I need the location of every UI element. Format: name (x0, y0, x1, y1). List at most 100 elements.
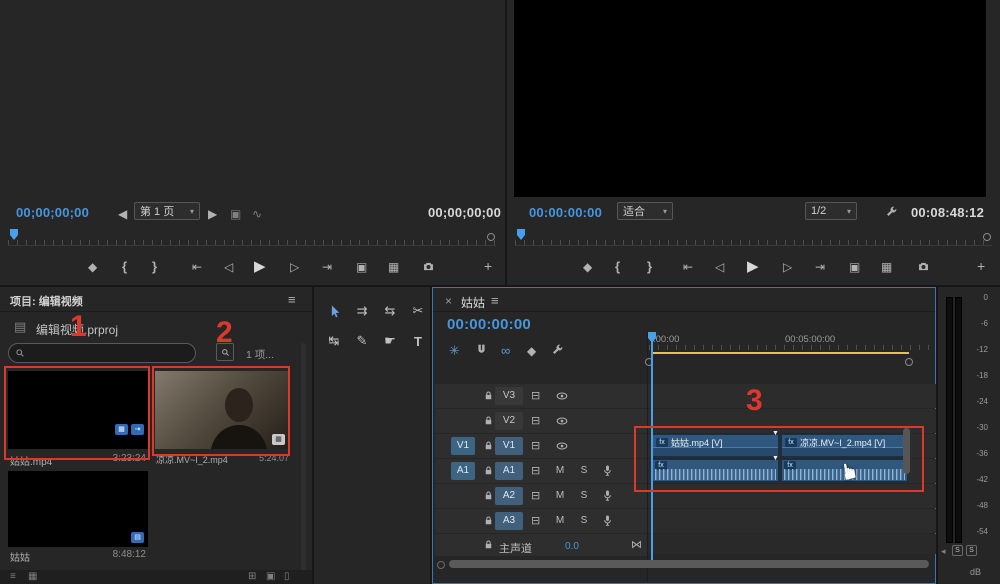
timeline-ruler[interactable] (649, 332, 935, 350)
export-frame-button[interactable] (422, 260, 435, 273)
timeline-horizontal-scrollbar[interactable] (449, 560, 929, 568)
trash-icon[interactable]: ▯ (284, 572, 290, 582)
go-to-in-button[interactable]: ⇤ (192, 261, 202, 273)
sync-lock-icon[interactable]: ⊟ (531, 441, 540, 452)
step-forward-button[interactable]: ▷ (290, 261, 299, 273)
lock-icon[interactable] (483, 539, 494, 550)
work-area-bar[interactable] (651, 352, 909, 354)
solo-button[interactable]: S (577, 490, 591, 501)
sync-lock-icon[interactable]: ⊟ (531, 516, 540, 527)
track-button-a3[interactable]: A3 (495, 512, 523, 530)
track-output-eye-icon[interactable] (555, 414, 569, 428)
ripple-edit-tool[interactable]: ⇆ (378, 299, 402, 323)
panel-menu-icon[interactable]: ≡ (491, 294, 499, 307)
source-patch-a1[interactable]: A1 (451, 462, 475, 480)
go-to-in-button[interactable]: ⇤ (683, 261, 693, 273)
selection-tool[interactable] (322, 299, 346, 323)
program-ruler[interactable] (515, 228, 992, 246)
media-name[interactable]: 姑姑 (10, 549, 30, 564)
slip-tool[interactable]: ↹ (322, 329, 346, 353)
timeline-timecode[interactable]: 00:00:00:00 (447, 316, 531, 333)
track-output-eye-icon[interactable] (555, 439, 569, 453)
mic-icon[interactable] (601, 464, 614, 477)
overwrite-button[interactable]: ▦ (388, 261, 399, 273)
step-forward-button[interactable]: ▷ (783, 261, 792, 273)
drag-audio-icon[interactable]: ∿ (252, 208, 262, 220)
drag-video-icon[interactable]: ▣ (230, 208, 241, 220)
mic-icon[interactable] (601, 489, 614, 502)
step-back-button[interactable]: ◁ (224, 261, 233, 273)
linked-selection-icon[interactable]: ∞ (501, 344, 510, 357)
solo-button[interactable]: S (577, 465, 591, 476)
extract-button[interactable]: ▦ (881, 261, 892, 273)
pen-tool[interactable]: ✎ (350, 329, 374, 353)
master-track-label[interactable]: 主声道 (499, 540, 532, 556)
export-frame-button[interactable] (917, 260, 930, 273)
lock-icon[interactable] (483, 390, 494, 401)
search-input[interactable] (8, 343, 196, 363)
program-timecode[interactable]: 00:00:00:00 (529, 205, 602, 220)
step-back-button[interactable]: ◁ (715, 261, 724, 273)
go-to-out-button[interactable]: ⇥ (322, 261, 332, 273)
insert-button[interactable]: ▣ (356, 261, 367, 273)
snap-magnet-icon[interactable] (475, 343, 488, 356)
lock-icon[interactable] (483, 490, 494, 501)
new-bin-icon[interactable]: ⊞ (248, 572, 256, 582)
master-level-value[interactable]: 0.0 (565, 541, 579, 552)
track-button-v2[interactable]: V2 (495, 412, 523, 430)
panel-menu-icon[interactable]: ≡ (288, 293, 296, 306)
lane-master[interactable] (648, 534, 936, 554)
list-view-icon[interactable]: ≡ (10, 572, 16, 582)
media-thumb-gugu-seq[interactable]: ▤ (8, 471, 148, 547)
solo-button[interactable]: S (577, 515, 591, 526)
play-button[interactable]: ▶ (747, 259, 759, 274)
close-icon[interactable]: × (445, 295, 452, 307)
source-viewer[interactable] (0, 0, 505, 198)
lock-icon[interactable] (483, 465, 494, 476)
solo-right-button[interactable]: S (966, 545, 977, 556)
lane-a3[interactable] (648, 509, 936, 533)
zoom-select[interactable]: 1/2 ▾ (805, 202, 857, 220)
mark-out-button[interactable]: } (647, 260, 652, 273)
sync-lock-icon[interactable]: ⊟ (531, 391, 540, 402)
lift-button[interactable]: ▣ (849, 261, 860, 273)
razor-tool[interactable]: ✂ (406, 299, 430, 323)
add-marker-button[interactable]: ◆ (88, 261, 97, 273)
add-marker-button[interactable]: ◆ (583, 261, 592, 273)
button-editor-plus[interactable]: + (977, 259, 985, 273)
meter-collapse-icon[interactable]: ◂ (941, 547, 946, 556)
go-to-out-button[interactable]: ⇥ (815, 261, 825, 273)
icon-view-icon[interactable]: ▦ (28, 572, 37, 582)
timeline-tab-label[interactable]: 姑姑 (461, 294, 485, 311)
program-viewer[interactable] (514, 0, 986, 197)
mark-in-button[interactable]: { (615, 260, 620, 273)
mark-out-button[interactable]: } (152, 260, 157, 273)
track-button-a2[interactable]: A2 (495, 487, 523, 505)
prev-page-button[interactable]: ◀ (118, 208, 127, 220)
type-tool[interactable]: T (406, 329, 430, 353)
hscroll-handle-icon[interactable] (437, 561, 445, 569)
lock-icon[interactable] (483, 515, 494, 526)
lock-icon[interactable] (483, 415, 494, 426)
project-scrollbar[interactable] (301, 343, 306, 573)
sync-lock-icon[interactable]: ⊟ (531, 491, 540, 502)
source-timecode[interactable]: 00;00;00;00 (16, 205, 89, 220)
lock-icon[interactable] (483, 440, 494, 451)
add-marker-icon[interactable]: ◆ (527, 345, 536, 357)
page-select[interactable]: 第 1 页 ▾ (134, 202, 200, 220)
sync-lock-icon[interactable]: ⊟ (531, 466, 540, 477)
timeline-settings-wrench-icon[interactable] (551, 343, 564, 356)
program-zoom-handle[interactable] (983, 233, 991, 241)
mute-button[interactable]: M (553, 490, 567, 501)
track-button-v1[interactable]: V1 (495, 437, 523, 455)
play-button[interactable]: ▶ (254, 259, 266, 274)
mute-button[interactable]: M (553, 515, 567, 526)
mic-icon[interactable] (601, 514, 614, 527)
hand-tool[interactable]: ☛ (378, 329, 402, 353)
track-select-tool[interactable]: ⇉ (350, 299, 374, 323)
next-page-button[interactable]: ▶ (208, 208, 217, 220)
button-editor-plus[interactable]: + (484, 259, 492, 273)
fit-select[interactable]: 适合 ▾ (617, 202, 673, 220)
source-ruler[interactable] (8, 228, 496, 246)
pan-icon[interactable]: ⋈ (631, 540, 642, 551)
